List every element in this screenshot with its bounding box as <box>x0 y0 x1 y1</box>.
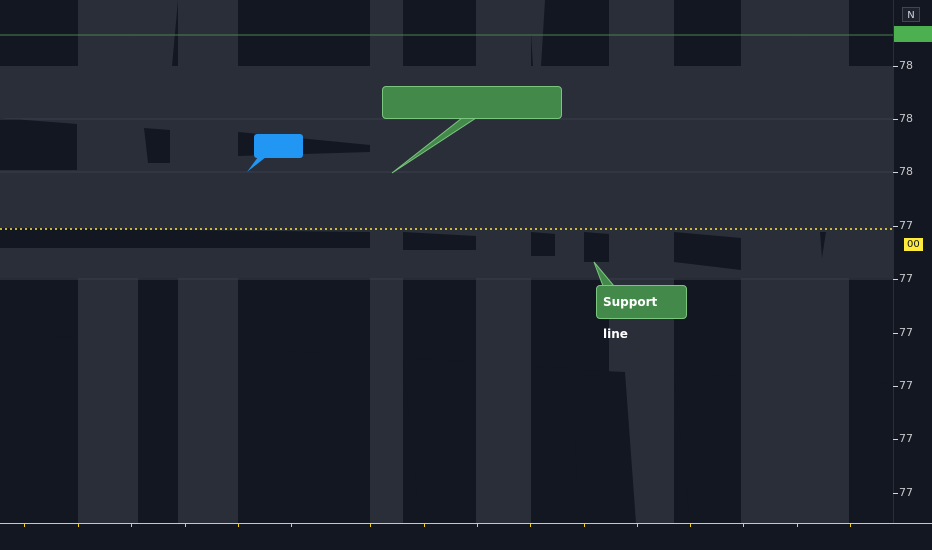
time-tick <box>291 523 292 527</box>
price-tick-mark <box>893 66 898 67</box>
time-tick <box>185 523 186 527</box>
price-tick-mark <box>893 226 898 227</box>
scale-mode-button[interactable]: N <box>902 7 920 22</box>
time-tick <box>24 523 25 527</box>
price-tick-mark <box>893 439 898 440</box>
price-tick-label: 78 <box>899 112 913 125</box>
chart-canvas[interactable]: Support line N 78 78 78 77 77 77 77 77 7… <box>0 0 932 550</box>
price-tick-label: 77 <box>899 326 913 339</box>
price-tick-mark <box>893 119 898 120</box>
price-tick-label: 77 <box>899 486 913 499</box>
price-tick-mark <box>893 172 898 173</box>
price-tick-mark <box>893 386 898 387</box>
price-tick-mark <box>893 333 898 334</box>
time-tick <box>797 523 798 527</box>
time-tick <box>690 523 691 527</box>
green-callout-top[interactable] <box>382 86 562 119</box>
price-tick-mark <box>893 493 898 494</box>
price-tick-mark <box>893 279 898 280</box>
current-price-tag: 00 <box>904 238 923 251</box>
price-tick-label: 78 <box>899 165 913 178</box>
time-tick <box>78 523 79 527</box>
time-tick <box>131 523 132 527</box>
time-tick <box>424 523 425 527</box>
price-tick-label: 77 <box>899 272 913 285</box>
time-tick <box>850 523 851 527</box>
chart-drawings-layer <box>0 0 893 523</box>
price-tick-label: 77 <box>899 379 913 392</box>
time-tick <box>477 523 478 527</box>
price-tick-label: 77 <box>899 432 913 445</box>
support-line-callout[interactable]: Support line <box>596 285 687 341</box>
price-tick-label: 78 <box>899 59 913 72</box>
time-axis[interactable] <box>0 523 932 550</box>
green-price-tag <box>894 26 932 42</box>
time-tick <box>370 523 371 527</box>
time-tick <box>584 523 585 527</box>
time-tick <box>530 523 531 527</box>
time-tick <box>238 523 239 527</box>
price-tick-label: 77 <box>899 219 913 232</box>
blue-callout[interactable] <box>254 134 303 158</box>
time-tick <box>743 523 744 527</box>
time-tick <box>637 523 638 527</box>
